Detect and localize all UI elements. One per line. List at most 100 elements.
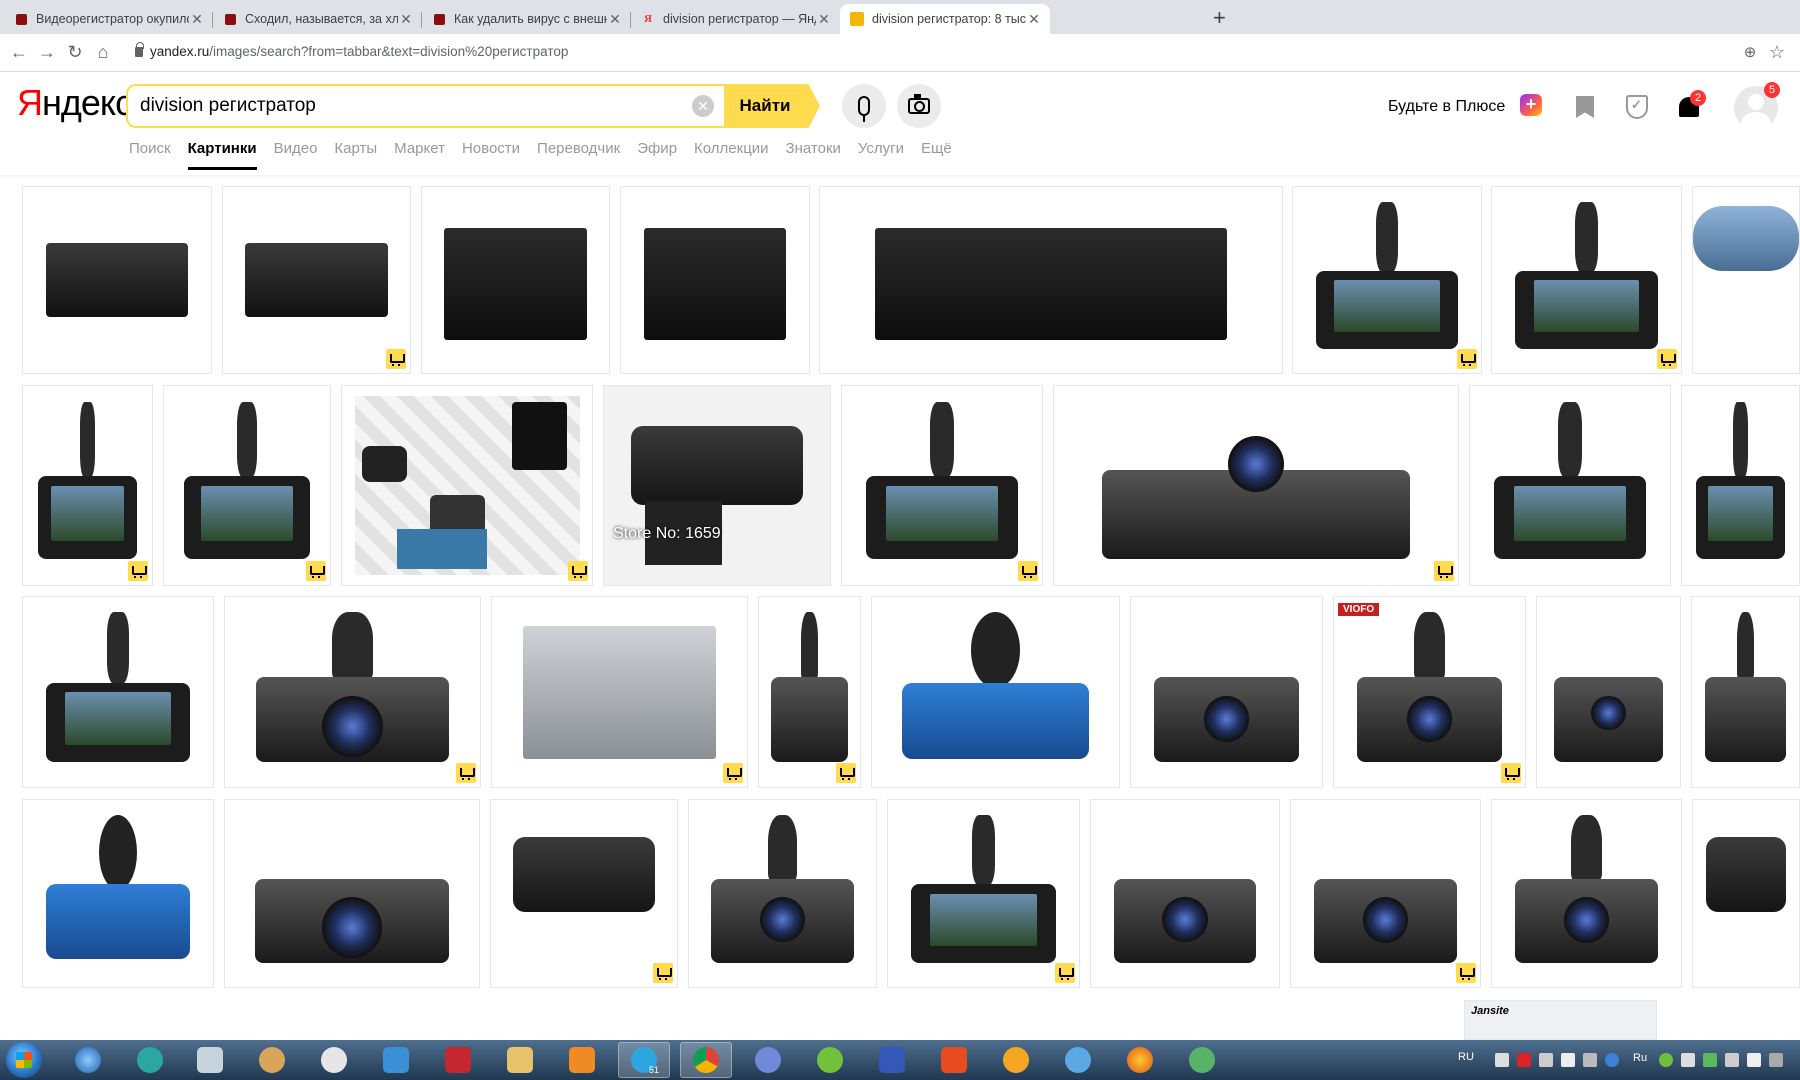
image-result[interactable] xyxy=(1681,385,1800,586)
plus-promo-link[interactable]: Будьте в Плюсе xyxy=(1388,98,1505,116)
image-result[interactable] xyxy=(22,1000,214,1040)
image-result[interactable] xyxy=(490,799,678,988)
tray-app-icon[interactable] xyxy=(1681,1053,1695,1067)
service-tab-znatoki[interactable]: Знатоки xyxy=(786,140,841,170)
taskbar-app[interactable] xyxy=(1176,1042,1228,1078)
battery-icon[interactable] xyxy=(1703,1053,1717,1067)
service-tab-translate[interactable]: Переводчик xyxy=(537,140,620,170)
taskbar-app[interactable] xyxy=(308,1042,360,1078)
start-button[interactable] xyxy=(6,1042,42,1078)
image-result[interactable] xyxy=(1130,596,1323,788)
cart-icon[interactable] xyxy=(456,763,476,783)
language-indicator[interactable]: RU xyxy=(1458,1051,1474,1063)
volume-icon[interactable] xyxy=(1747,1053,1761,1067)
cart-icon[interactable] xyxy=(1434,561,1454,581)
clear-icon[interactable]: ✕ xyxy=(692,95,714,117)
yandex-logo[interactable]: Яндекс xyxy=(17,82,133,124)
image-search-button[interactable] xyxy=(897,84,941,128)
tray-app-icon[interactable] xyxy=(1539,1053,1553,1067)
image-result[interactable] xyxy=(22,186,212,374)
browser-tab[interactable]: Видеорегистратор окупился за ✕ xyxy=(4,4,213,34)
cart-icon[interactable] xyxy=(836,763,856,783)
antivirus-icon[interactable] xyxy=(1517,1053,1531,1067)
voice-search-button[interactable] xyxy=(842,84,886,128)
image-result[interactable] xyxy=(421,186,610,374)
forward-arrow-icon[interactable]: → xyxy=(36,41,58,63)
image-result[interactable] xyxy=(491,596,748,788)
taskbar-app[interactable] xyxy=(62,1042,114,1078)
cart-icon[interactable] xyxy=(1501,763,1521,783)
cart-icon[interactable] xyxy=(306,561,326,581)
reload-icon[interactable]: ↻ xyxy=(64,41,86,63)
cart-icon[interactable] xyxy=(386,349,406,369)
image-result[interactable]: Jansite xyxy=(1464,1000,1657,1040)
service-tab-uslugi[interactable]: Услуги xyxy=(858,140,904,170)
image-result[interactable] xyxy=(22,799,214,988)
service-tab-video[interactable]: Видео xyxy=(274,140,318,170)
cart-icon[interactable] xyxy=(723,763,743,783)
browser-tab-active[interactable]: division регистратор: 8 тыс изоб ✕ xyxy=(840,4,1050,34)
image-result[interactable] xyxy=(1692,799,1800,988)
close-icon[interactable]: ✕ xyxy=(607,11,623,28)
taskbar-app-telegram[interactable]: 51 xyxy=(618,1042,670,1078)
zoom-icon[interactable]: ⊕ xyxy=(1739,41,1761,63)
service-tab-collections[interactable]: Коллекции xyxy=(694,140,769,170)
cart-icon[interactable] xyxy=(1055,963,1075,983)
browser-tab[interactable]: Я division регистратор — Яндекс ✕ xyxy=(631,4,840,34)
keyboard-layout-indicator[interactable]: Ru xyxy=(1633,1052,1647,1064)
taskbar-app[interactable] xyxy=(370,1042,422,1078)
image-result[interactable] xyxy=(341,385,593,586)
image-result[interactable] xyxy=(729,1000,1048,1040)
cart-icon[interactable] xyxy=(653,963,673,983)
search-button[interactable]: Найти xyxy=(724,84,820,128)
service-tab-more[interactable]: Ещё xyxy=(921,140,952,170)
image-result[interactable] xyxy=(1469,385,1671,586)
taskbar-app[interactable] xyxy=(928,1042,980,1078)
image-result[interactable] xyxy=(1058,1000,1251,1040)
image-result[interactable] xyxy=(1491,799,1682,988)
service-tab-maps[interactable]: Карты xyxy=(334,140,377,170)
printer-icon[interactable] xyxy=(1495,1053,1509,1067)
shield-icon[interactable] xyxy=(1624,94,1650,120)
image-result[interactable] xyxy=(163,385,331,586)
service-tab-news[interactable]: Новости xyxy=(462,140,520,170)
cart-icon[interactable] xyxy=(568,561,588,581)
image-result[interactable] xyxy=(871,596,1120,788)
image-result[interactable] xyxy=(1261,1000,1454,1040)
search-input[interactable] xyxy=(140,95,680,117)
star-icon[interactable]: ☆ xyxy=(1766,41,1788,63)
close-icon[interactable]: ✕ xyxy=(189,11,205,28)
image-result[interactable] xyxy=(1536,596,1681,788)
browser-tab[interactable]: Как удалить вирус с внешнего ✕ xyxy=(422,4,631,34)
back-arrow-icon[interactable]: ← xyxy=(8,41,30,63)
cart-icon[interactable] xyxy=(1018,561,1038,581)
image-result[interactable] xyxy=(1090,799,1280,988)
image-result[interactable] xyxy=(1292,186,1482,374)
plus-icon[interactable]: + xyxy=(1520,94,1542,116)
image-result[interactable]: VIOFO xyxy=(1333,596,1526,788)
tray-app-icon[interactable] xyxy=(1583,1053,1597,1067)
image-result[interactable] xyxy=(1692,186,1800,374)
cart-icon[interactable] xyxy=(1657,349,1677,369)
image-result[interactable]: Store No: 1659 xyxy=(603,385,831,586)
taskbar-app[interactable] xyxy=(742,1042,794,1078)
image-result[interactable] xyxy=(222,186,411,374)
image-result[interactable] xyxy=(1691,596,1800,788)
image-result[interactable] xyxy=(1290,799,1481,988)
lock-icon[interactable] xyxy=(135,42,144,57)
image-result[interactable] xyxy=(758,596,861,788)
taskbar-app[interactable] xyxy=(124,1042,176,1078)
cart-icon[interactable] xyxy=(128,561,148,581)
show-hidden-icons[interactable] xyxy=(1769,1053,1783,1067)
url-field[interactable]: yandex.ru/images/search?from=tabbar&text… xyxy=(150,44,568,59)
image-result[interactable] xyxy=(688,799,877,988)
tray-app-icon[interactable] xyxy=(1659,1053,1673,1067)
image-result[interactable] xyxy=(819,186,1283,374)
taskbar-app[interactable] xyxy=(804,1042,856,1078)
service-tab-efir[interactable]: Эфир xyxy=(637,140,677,170)
taskbar-app[interactable] xyxy=(246,1042,298,1078)
close-icon[interactable]: ✕ xyxy=(816,11,832,28)
bell-icon[interactable]: 2 xyxy=(1676,90,1706,120)
image-result[interactable] xyxy=(1053,385,1459,586)
image-result[interactable] xyxy=(224,799,480,988)
